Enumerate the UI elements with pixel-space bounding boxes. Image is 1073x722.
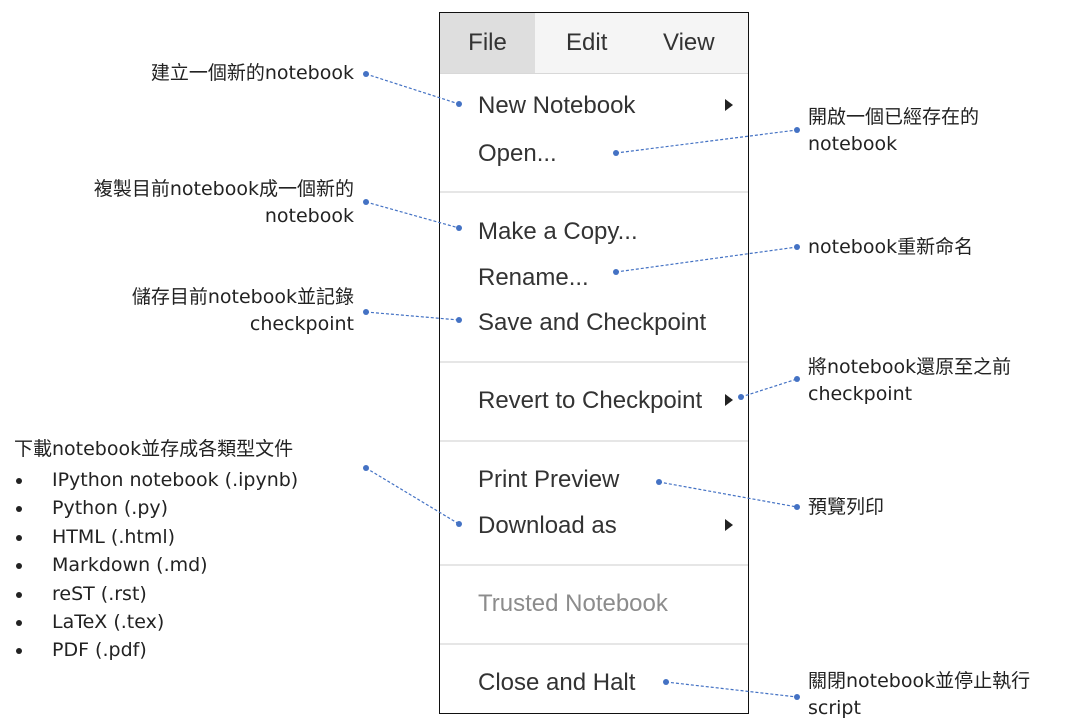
annotation-line: checkpoint (249, 313, 354, 335)
connector-dot (794, 244, 800, 250)
bullet-icon (16, 620, 22, 627)
connector-dot (363, 71, 369, 77)
bullet-icon (16, 534, 22, 541)
bullet-icon (16, 478, 22, 484)
annotation-revert: 將notebook還原至之前 checkpoint (808, 354, 1011, 408)
connector-dot (363, 199, 369, 205)
connector-dot (363, 309, 369, 315)
connector-dot (663, 679, 669, 685)
connector-dot (456, 317, 462, 323)
connector-line (365, 73, 460, 105)
annotation-download-title: 下載notebook並存成各類型文件 (14, 438, 294, 460)
list-item: IPython notebook (.ipynb) (14, 466, 298, 494)
connector-dot (656, 479, 662, 485)
annotation-new-notebook: 建立一個新的notebook (150, 62, 354, 84)
download-format-list: IPython notebook (.ipynb) Python (.py) H… (14, 466, 298, 665)
annotation-save-checkpoint: 儲存目前notebook並記錄 checkpoint (132, 284, 354, 338)
connector-dot (794, 504, 800, 510)
annotation-rename: notebook重新命名 (808, 236, 974, 258)
connector-dot (613, 150, 619, 156)
list-item: Python (.py) (14, 494, 298, 522)
annotation-line: notebook (808, 133, 898, 155)
annotation-line: 關閉notebook並停止執行 (808, 670, 1031, 692)
connector-line (365, 467, 460, 525)
annotation-close-halt: 關閉notebook並停止執行 script (808, 668, 1030, 722)
connector-dot (456, 521, 462, 527)
annotation-make-copy: 複製目前notebook成一個新的 notebook (94, 176, 354, 230)
connector-line (658, 481, 798, 508)
annotation-line: 將notebook還原至之前 (808, 356, 1012, 378)
bullet-icon (16, 563, 22, 570)
annotation-line: 儲存目前notebook並記錄 (131, 286, 354, 308)
connector-dot (613, 269, 619, 275)
connector-line (365, 311, 460, 321)
connector-line (615, 129, 798, 154)
annotation-line: script (808, 697, 861, 719)
connector-line (665, 681, 798, 698)
list-item: HTML (.html) (14, 523, 298, 551)
annotation-open: 開啟一個已經存在的 notebook (808, 104, 979, 158)
annotation-line: checkpoint (808, 383, 913, 405)
list-item: Markdown (.md) (14, 551, 298, 579)
connector-dot (738, 394, 744, 400)
annotation-line: 開啟一個已經存在的 (808, 106, 980, 128)
connector-dot (363, 465, 369, 471)
list-item: reST (.rst) (14, 580, 298, 608)
connector-dot (456, 225, 462, 231)
bullet-icon (16, 648, 22, 655)
connector-line (615, 246, 798, 273)
connector-line (740, 378, 798, 398)
connector-dot (794, 694, 800, 700)
annotation-line: 複製目前notebook成一個新的 (93, 178, 354, 200)
connector-dot (794, 376, 800, 382)
list-item: LaTeX (.tex) (14, 608, 298, 636)
annotation-print-preview: 預覽列印 (808, 496, 885, 518)
connector-dot (456, 101, 462, 107)
connector-line (365, 201, 460, 229)
connector-dot (794, 127, 800, 133)
annotation-line: notebook (264, 205, 354, 227)
bullet-icon (16, 591, 22, 598)
list-item: PDF (.pdf) (14, 636, 298, 664)
bullet-icon (16, 506, 22, 513)
